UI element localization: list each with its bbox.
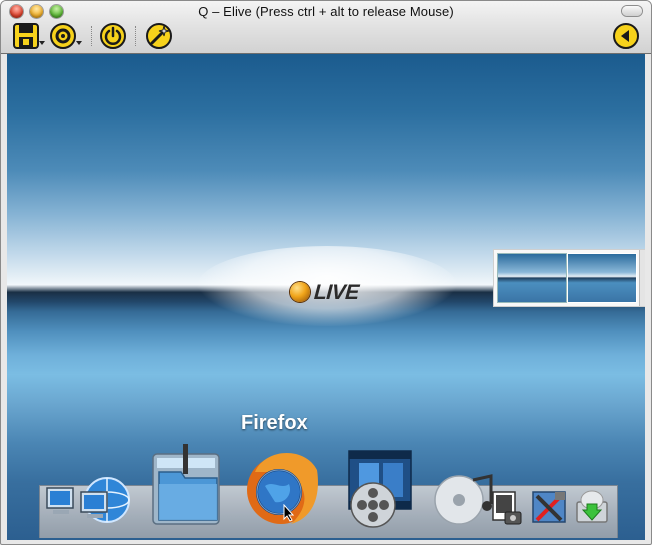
magic-wand-icon [146, 23, 172, 49]
toolbar-separator [91, 26, 92, 46]
dock-item-file-manager[interactable] [151, 444, 225, 531]
folder-icon [152, 444, 220, 525]
floppy-disk-icon [13, 23, 39, 49]
dock-hover-label: Firefox [241, 412, 308, 434]
back-arrow-icon [613, 23, 639, 49]
mouse-cursor [283, 503, 295, 522]
arrow-cursor-icon [283, 503, 295, 522]
screenshot-button[interactable] [146, 23, 172, 49]
toolbar-separator [135, 26, 136, 46]
toolbar-toggle-button[interactable] [622, 6, 642, 16]
dock-item-media[interactable] [433, 470, 525, 533]
window-title: Q – Elive (Press ctrl + alt to release M… [198, 4, 454, 19]
power-button[interactable] [100, 23, 126, 49]
desktop-pager[interactable] [493, 249, 645, 307]
elive-logo: LIVE [313, 281, 360, 304]
dock-item-tools[interactable] [531, 490, 569, 531]
elive-logo-icon [290, 282, 310, 302]
network-icon [46, 477, 130, 523]
cd-icon [50, 23, 76, 49]
back-button[interactable] [613, 23, 639, 49]
save-state-menu-arrow[interactable] [39, 41, 45, 45]
tools-icon [532, 491, 566, 523]
dock-item-installer[interactable] [575, 488, 609, 531]
install-drive-icon [576, 490, 608, 523]
pager-scrollbar[interactable] [639, 250, 645, 306]
film-reel-icon [348, 450, 412, 528]
save-state-button[interactable] [13, 23, 39, 49]
cd-drive-menu-arrow[interactable] [76, 41, 82, 45]
guest-screen[interactable]: LIVE Firefox [7, 54, 645, 540]
dock-item-network[interactable] [45, 474, 135, 529]
pager-desktop-1[interactable] [497, 253, 567, 303]
window-toolbar: Q – Elive (Press ctrl + alt to release M… [1, 1, 651, 54]
dock-item-video[interactable] [343, 447, 421, 534]
app-window: Q – Elive (Press ctrl + alt to release M… [0, 0, 652, 545]
pager-desktop-2[interactable] [567, 253, 637, 303]
power-icon [100, 23, 126, 49]
music-photo-icon [434, 474, 522, 525]
cd-drive-button[interactable] [50, 23, 76, 49]
